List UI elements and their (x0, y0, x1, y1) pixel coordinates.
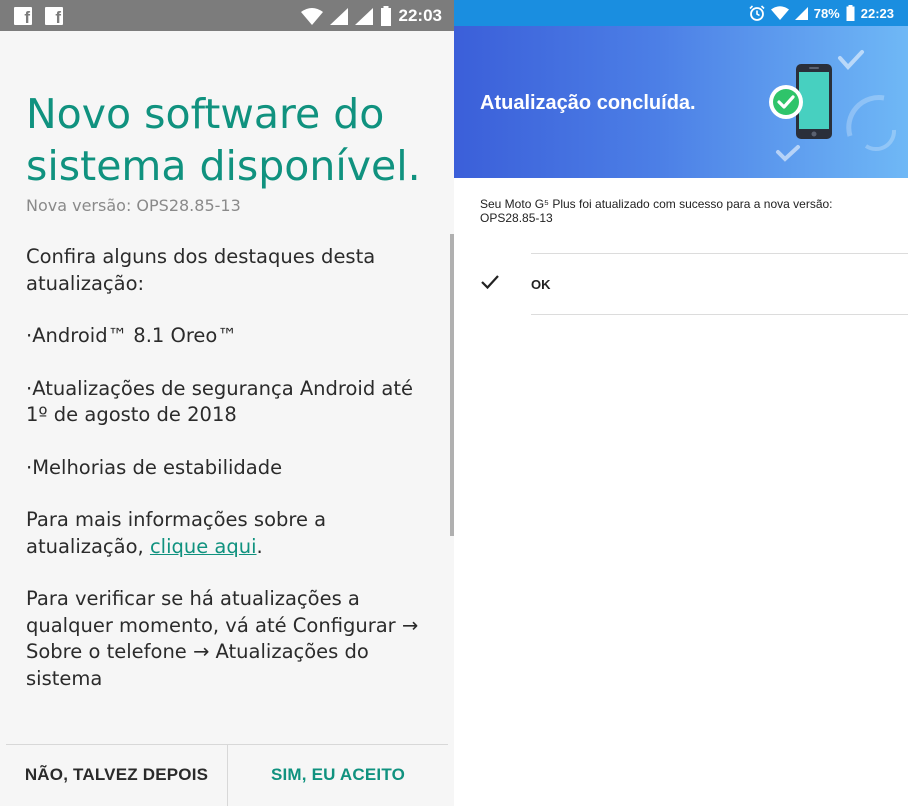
battery-icon (846, 5, 855, 21)
phone-updated-illustration (769, 50, 897, 162)
signal-icon (329, 7, 348, 25)
accept-button[interactable]: SIM, EU ACEITO (228, 744, 448, 806)
success-banner: Atualização concluída. (454, 26, 908, 178)
checkmark-icon (481, 275, 499, 290)
update-description: Confira alguns dos destaques desta atual… (26, 244, 436, 718)
highlight-item: ·Atualizações de segurança Android até 1… (26, 376, 414, 427)
facebook-icon: f (14, 7, 32, 26)
status-time: 22:03 (398, 6, 442, 25)
more-info-suffix: . (256, 534, 263, 558)
battery-percent: 78% (813, 5, 840, 21)
update-available-screen: f f 22:03 Novo software do sistema dispo… (0, 0, 454, 806)
signal-icon (354, 7, 373, 25)
battery-icon (380, 6, 391, 26)
update-complete-screen: 78% 22:23 Atualização concluída. Seu Mot… (454, 0, 908, 806)
ok-button[interactable]: OK (454, 254, 908, 314)
more-info-text: Para mais informações sobre a atualizaçã… (26, 507, 436, 560)
highlight-item: ·Android™ 8.1 Oreo™ (26, 324, 237, 347)
decline-button[interactable]: NÃO, TALVEZ DEPOIS (6, 744, 227, 806)
signal-icon (794, 6, 808, 20)
wifi-icon (770, 6, 789, 20)
ok-label: OK (531, 277, 551, 292)
intro-text: Confira alguns dos destaques desta atual… (26, 245, 376, 295)
success-message: Seu Moto G⁵ Plus foi atualizado com suce… (480, 197, 833, 225)
facebook-icon: f (45, 7, 63, 26)
wifi-icon (300, 7, 323, 25)
banner-title: Atualização concluída. (480, 92, 696, 114)
divider (531, 314, 908, 315)
status-bar: 78% 22:23 (454, 0, 908, 26)
status-bar: f f 22:03 (0, 0, 454, 31)
more-info-link[interactable]: clique aqui (150, 535, 257, 558)
check-updates-text: Para verificar se há atualizações a qual… (26, 587, 419, 690)
status-time: 22:23 (860, 5, 894, 21)
alarm-icon (749, 5, 765, 21)
page-title: Novo software do sistema disponível. (26, 90, 421, 190)
highlight-item: ·Melhorias de estabilidade (26, 455, 283, 479)
version-label: Nova versão: OPS28.85-13 (26, 196, 241, 215)
